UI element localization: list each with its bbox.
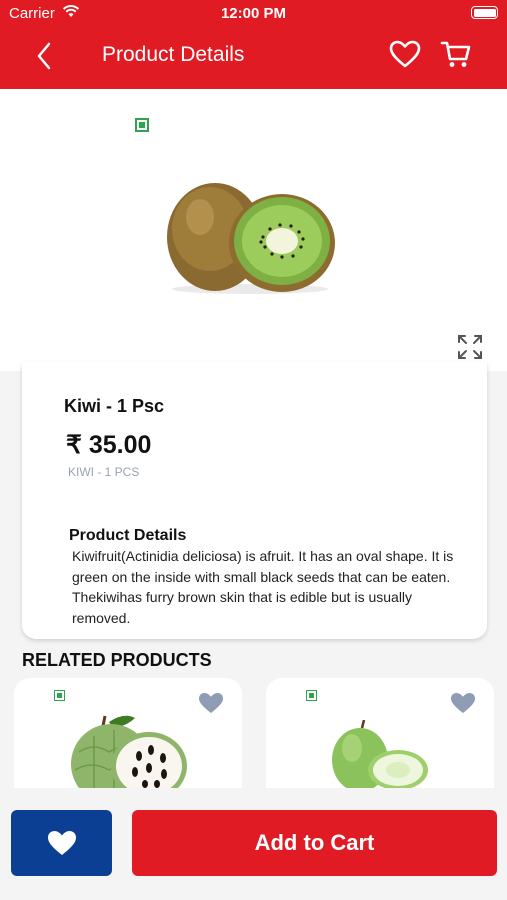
product-name: Kiwi - 1 Psc	[64, 396, 165, 416]
back-button[interactable]	[28, 40, 60, 72]
guava-image	[332, 720, 428, 788]
veg-indicator-icon	[135, 118, 149, 132]
custard-apple-image	[71, 715, 187, 788]
wishlist-heart-icon[interactable]	[389, 40, 421, 68]
expand-icon[interactable]	[456, 333, 484, 361]
product-description: Kiwifruit(Actinidia deliciosa) is afruit…	[72, 548, 454, 626]
product-detail-card: Kiwi - 1 Psc ₹ 35.00 KIWI - 1 PCS Produc…	[22, 362, 487, 639]
details-heading: Product Details	[69, 527, 187, 544]
favorite-heart-icon[interactable]	[198, 692, 224, 714]
veg-indicator-icon	[306, 690, 317, 701]
kiwi-image[interactable]	[160, 177, 340, 297]
bottom-action-bar: Add to Cart	[0, 788, 507, 900]
app-header: Carrier 12:00 PM Product Details	[0, 0, 507, 89]
product-price: ₹ 35.00	[66, 431, 152, 459]
veg-indicator-icon	[54, 690, 65, 701]
related-products-heading: RELATED PRODUCTS	[22, 650, 212, 670]
add-to-wishlist-button[interactable]	[11, 810, 112, 876]
clock: 12:00 PM	[220, 5, 287, 22]
favorite-heart-icon[interactable]	[450, 692, 476, 714]
related-product-card[interactable]	[266, 678, 494, 788]
product-sku: KIWI - 1 PCS	[68, 465, 140, 479]
product-hero	[0, 89, 507, 371]
battery-icon	[471, 6, 498, 19]
add-to-cart-button[interactable]: Add to Cart	[132, 810, 497, 876]
page-title: Product Details	[102, 43, 245, 66]
chevron-left-icon	[37, 42, 51, 70]
cart-icon[interactable]	[440, 38, 472, 70]
related-product-card[interactable]	[14, 678, 242, 788]
heart-icon	[47, 831, 76, 855]
status-bar: Carrier 12:00 PM	[0, 0, 507, 28]
